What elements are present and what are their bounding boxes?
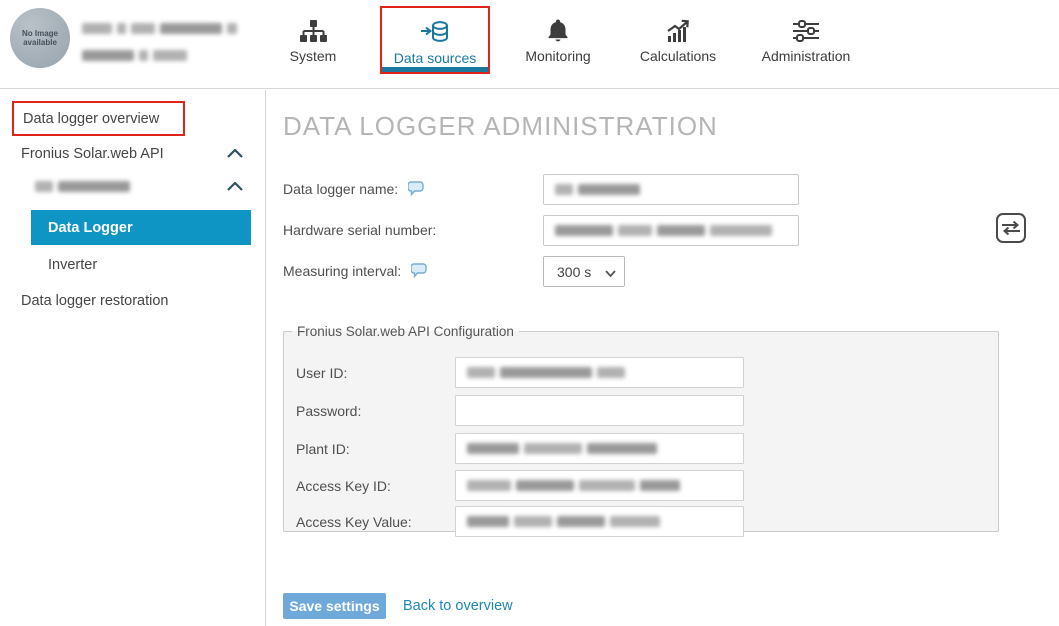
hardware-serial-label: Hardware serial number: (283, 222, 436, 238)
tab-system[interactable]: System (270, 6, 356, 74)
redacted-value (467, 513, 665, 531)
main-content: DATA LOGGER ADMINISTRATION Data logger n… (266, 90, 1059, 626)
user-id-label: User ID: (296, 365, 347, 381)
save-settings-button[interactable]: Save settings (283, 593, 386, 619)
sidebar: Data logger overview Fronius Solar.web A… (0, 90, 266, 626)
access-key-id-label: Access Key ID: (296, 478, 391, 494)
user-id-input[interactable] (455, 357, 744, 388)
avatar-label: No Image available (18, 29, 62, 47)
chevron-up-icon[interactable] (227, 145, 243, 163)
redacted-value (555, 181, 645, 199)
account-line-1 (82, 20, 242, 38)
tab-calculations[interactable]: Calculations (626, 6, 730, 74)
sliders-icon (792, 15, 820, 47)
sidebar-item-solarweb-api[interactable]: Fronius Solar.web API (21, 145, 243, 163)
redacted-value (467, 440, 662, 458)
swap-arrows-icon (1000, 219, 1022, 237)
data-logger-name-input[interactable] (543, 174, 799, 205)
chevron-down-icon (605, 264, 616, 280)
tooltip-bubble-icon[interactable] (411, 263, 427, 281)
tooltip-bubble-icon[interactable] (408, 181, 424, 199)
plant-id-input[interactable] (455, 433, 744, 464)
access-key-id-input[interactable] (455, 470, 744, 501)
measuring-interval-value: 300 s (557, 264, 591, 280)
top-bar: No Image available System (0, 0, 1059, 89)
tab-label-administration: Administration (762, 48, 851, 64)
page-title: DATA LOGGER ADMINISTRATION (283, 111, 718, 142)
sidebar-item-data-logger[interactable]: Data Logger (31, 210, 251, 245)
tab-administration[interactable]: Administration (750, 6, 862, 74)
account-line-2 (82, 47, 242, 65)
password-input[interactable] (455, 395, 744, 426)
password-label: Password: (296, 403, 361, 419)
tab-label-system: System (290, 48, 337, 64)
sidebar-item-device-redacted[interactable] (35, 178, 243, 196)
redacted-value (467, 477, 685, 495)
plant-id-label: Plant ID: (296, 441, 350, 457)
redacted-value (467, 364, 630, 382)
sidebar-item-inverter[interactable]: Inverter (48, 257, 97, 273)
hardware-serial-input[interactable] (543, 215, 799, 246)
sidebar-item-data-logger-overview[interactable]: Data logger overview (23, 111, 159, 127)
back-to-overview-link[interactable]: Back to overview (403, 598, 513, 614)
swap-transfer-button[interactable] (996, 213, 1026, 243)
bell-icon (546, 15, 570, 47)
access-key-value-label: Access Key Value: (296, 514, 412, 530)
redacted-value (555, 222, 777, 240)
annotation-box-overview: Data logger overview (12, 101, 185, 136)
avatar: No Image available (10, 8, 70, 68)
tab-label-calculations: Calculations (640, 48, 716, 64)
tab-data-sources[interactable]: Data sources (380, 6, 490, 74)
measuring-interval-label: Measuring interval: (283, 263, 427, 281)
chevron-up-icon[interactable] (227, 178, 243, 196)
data-logger-name-label: Data logger name: (283, 181, 424, 199)
access-key-value-input[interactable] (455, 506, 744, 537)
chart-growth-icon (664, 15, 692, 47)
main-nav: System Data sources (270, 6, 862, 74)
sitemap-icon (299, 15, 327, 47)
measuring-interval-select[interactable]: 300 s (543, 256, 625, 287)
tab-monitoring[interactable]: Monitoring (510, 6, 606, 74)
sidebar-item-data-logger-label: Data Logger (48, 220, 133, 236)
sidebar-item-data-logger-restoration[interactable]: Data logger restoration (21, 293, 169, 309)
redacted-device-name (35, 178, 135, 196)
account-name-redacted (82, 20, 242, 74)
api-config-fieldset: Fronius Solar.web API Configuration User… (283, 324, 999, 532)
sidebar-item-solarweb-api-label: Fronius Solar.web API (21, 146, 164, 162)
tab-label-data-sources: Data sources (394, 50, 476, 66)
database-arrow-icon (420, 17, 450, 49)
api-config-legend: Fronius Solar.web API Configuration (292, 324, 519, 339)
tab-label-monitoring: Monitoring (525, 48, 590, 64)
